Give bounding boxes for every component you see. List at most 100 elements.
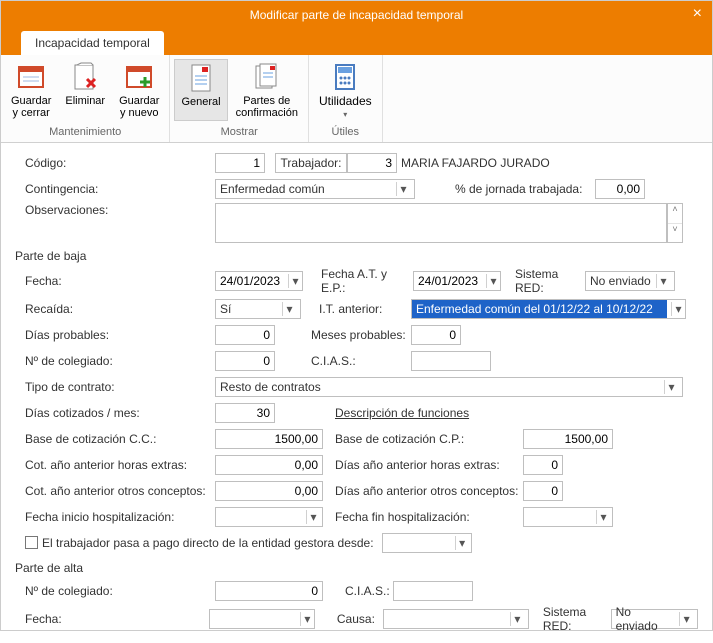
trabajador-num-field[interactable] [347, 153, 397, 173]
utilities-label: Utilidades▾ [319, 95, 372, 121]
dias-otros-label: Días año anterior otros conceptos: [323, 484, 523, 498]
save-close-button[interactable]: Guardar y cerrar [5, 59, 57, 121]
base-cc-field[interactable] [215, 429, 323, 449]
save-new-button[interactable]: Guardar y nuevo [113, 59, 165, 121]
calculator-icon [329, 61, 361, 93]
chevron-down-icon: ▾ [664, 380, 678, 394]
meses-prob-field[interactable] [411, 325, 461, 345]
hosp-ini-field[interactable]: ▾ [215, 507, 323, 527]
pago-directo-check[interactable]: El trabajador pasa a pago directo de la … [15, 536, 374, 550]
hosp-ini-label: Fecha inicio hospitalización: [15, 510, 215, 524]
delete-label: Eliminar [65, 95, 105, 107]
dias-extras-field[interactable] [523, 455, 563, 475]
alta-sistema-combo[interactable]: No enviado▾ [611, 609, 698, 629]
ribbon-group-title-maintenance: Mantenimiento [49, 124, 121, 140]
chevron-down-icon: ▾ [455, 536, 469, 550]
chevron-down-icon: ▾ [396, 182, 410, 196]
contingencia-label: Contingencia: [15, 182, 215, 196]
trabajador-name: MARIA FAJARDO JURADO [401, 156, 550, 170]
recaida-label: Recaída: [15, 302, 215, 316]
alta-fecha-label: Fecha: [15, 612, 209, 626]
baja-cias-label: C.I.A.S.: [275, 354, 411, 368]
document-icon [185, 62, 217, 94]
ribbon-group-title-utils: Útiles [332, 124, 360, 140]
cot-otros-field[interactable] [215, 481, 323, 501]
cot-extras-label: Cot. año anterior horas extras: [15, 458, 215, 472]
base-cp-label: Base de cotización C.P.: [323, 432, 523, 446]
dias-prob-field[interactable] [215, 325, 275, 345]
utilities-button[interactable]: Utilidades▾ [313, 59, 378, 123]
general-button[interactable]: General [174, 59, 227, 121]
dias-prob-label: Días probables: [15, 328, 215, 342]
baja-coleg-label: Nº de colegiado: [15, 354, 215, 368]
baja-fecha-field[interactable]: ▾ [215, 271, 303, 291]
contingencia-value: Enfermedad común [220, 182, 325, 196]
jornada-label: % de jornada trabajada: [455, 182, 595, 196]
save-new-icon [123, 61, 155, 93]
baja-fecha-label: Fecha: [15, 274, 215, 288]
alta-cias-label: C.I.A.S.: [323, 584, 393, 598]
baja-sistema-combo[interactable]: No enviado▾ [585, 271, 675, 291]
observ-field[interactable] [215, 203, 667, 243]
tipo-label: Tipo de contrato: [15, 380, 215, 394]
chevron-down-icon: ▾ [282, 302, 296, 316]
base-cp-field[interactable] [523, 429, 613, 449]
dias-cot-field[interactable] [215, 403, 275, 423]
save-new-label: Guardar y nuevo [119, 95, 159, 119]
chevron-down-icon: ▾ [486, 274, 500, 288]
save-close-label: Guardar y cerrar [11, 95, 51, 119]
ribbon-group-maintenance: Guardar y cerrar Eliminar Guardar y nuev… [1, 55, 170, 142]
save-icon [15, 61, 47, 93]
ribbon-group-utils: Utilidades▾ Útiles [309, 55, 383, 142]
observ-label: Observaciones: [15, 203, 215, 217]
confirm-parts-label: Partes de confirmación [236, 95, 298, 119]
it-combo[interactable]: Enfermedad común del 01/12/22 al 10/12/2… [411, 299, 686, 319]
close-icon[interactable]: × [693, 5, 702, 23]
hosp-fin-label: Fecha fin hospitalización: [323, 510, 523, 524]
pago-fecha-field[interactable]: ▾ [382, 533, 472, 553]
alta-cias-field[interactable] [393, 581, 473, 601]
tipo-combo[interactable]: Resto de contratos▾ [215, 377, 683, 397]
cot-extras-field[interactable] [215, 455, 323, 475]
delete-icon [69, 61, 101, 93]
observ-spinner[interactable]: ˄˅ [667, 203, 683, 243]
ribbon: Guardar y cerrar Eliminar Guardar y nuev… [1, 55, 712, 143]
desc-func-link[interactable]: Descripción de funciones [275, 406, 469, 420]
codigo-label: Código: [15, 156, 215, 170]
baja-cias-field[interactable] [411, 351, 491, 371]
trabajador-label: Trabajador: [275, 153, 347, 173]
baja-sistema-label: Sistema RED: [501, 267, 585, 295]
alta-coleg-label: Nº de colegiado: [15, 584, 215, 598]
baja-fecha-at-label: Fecha A.T. y E.P.: [303, 267, 413, 295]
confirm-parts-button[interactable]: Partes de confirmación [230, 59, 304, 121]
alta-causa-combo[interactable]: ▾ [383, 609, 529, 629]
contingencia-combo[interactable]: Enfermedad común ▾ [215, 179, 415, 199]
chevron-down-icon: ▾ [656, 274, 670, 288]
recaida-combo[interactable]: Sí▾ [215, 299, 301, 319]
jornada-field[interactable] [595, 179, 645, 199]
alta-coleg-field[interactable] [215, 581, 323, 601]
baja-coleg-field[interactable] [215, 351, 275, 371]
it-label: I.T. anterior: [301, 302, 411, 316]
dias-otros-field[interactable] [523, 481, 563, 501]
alta-sistema-label: Sistema RED: [529, 605, 611, 633]
baja-fecha-at-field[interactable]: ▾ [413, 271, 501, 291]
titlebar: Modificar parte de incapacidad temporal … [1, 1, 712, 29]
codigo-field[interactable] [215, 153, 265, 173]
delete-button[interactable]: Eliminar [59, 59, 111, 121]
dias-cot-label: Días cotizados / mes: [15, 406, 215, 420]
hosp-fin-field[interactable]: ▾ [523, 507, 613, 527]
alta-fecha-field[interactable]: ▾ [209, 609, 315, 629]
window-title: Modificar parte de incapacidad temporal [250, 8, 463, 22]
section-baja: Parte de baja [15, 249, 698, 263]
checkbox-icon [25, 536, 38, 549]
base-cc-label: Base de cotización C.C.: [15, 432, 215, 446]
chevron-down-icon: ▾ [596, 510, 610, 524]
chevron-down-icon: ▾ [306, 510, 320, 524]
chevron-down-icon: ▾ [671, 302, 685, 316]
tab-incapacidad[interactable]: Incapacidad temporal [21, 31, 164, 55]
ribbon-group-show: General Partes de confirmación Mostrar [170, 55, 309, 142]
chevron-down-icon: ▾ [679, 612, 693, 626]
general-label: General [181, 96, 220, 108]
chevron-down-icon: ▾ [288, 274, 302, 288]
